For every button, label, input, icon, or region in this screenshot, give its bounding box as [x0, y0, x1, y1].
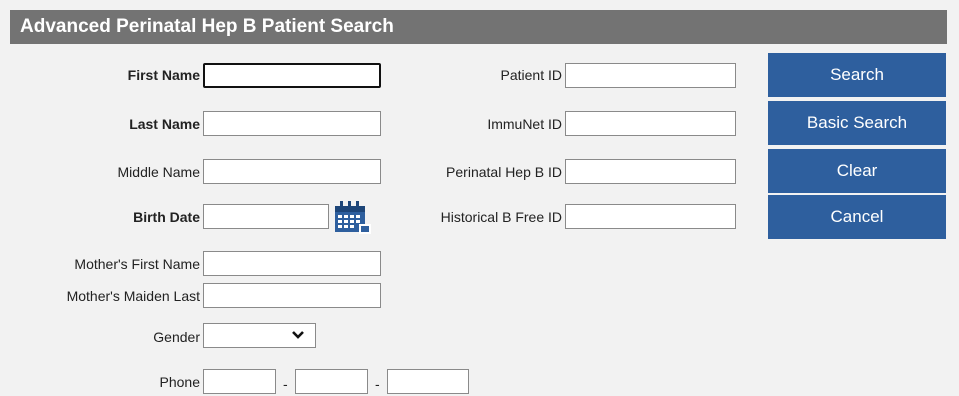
basic-search-button[interactable]: Basic Search: [768, 101, 946, 145]
phone-line-input[interactable]: [387, 369, 469, 394]
phone-area-input[interactable]: [203, 369, 276, 394]
immunet-id-label: ImmuNet ID: [487, 116, 562, 132]
phone-prefix-input[interactable]: [295, 369, 368, 394]
immunet-id-input[interactable]: [565, 111, 736, 136]
search-button[interactable]: Search: [768, 53, 946, 97]
chevron-down-icon: [292, 331, 304, 339]
perinatal-hep-b-id-label: Perinatal Hep B ID: [446, 164, 562, 180]
phone-separator: -: [283, 376, 288, 392]
gender-select[interactable]: [203, 323, 316, 348]
phone-label: Phone: [159, 374, 200, 390]
birth-date-label: Birth Date: [133, 209, 200, 225]
mothers-maiden-last-input[interactable]: [203, 283, 381, 308]
clear-button[interactable]: Clear: [768, 149, 946, 193]
first-name-label: First Name: [127, 67, 200, 83]
page-title: Advanced Perinatal Hep B Patient Search: [10, 10, 947, 44]
mothers-first-name-label: Mother's First Name: [74, 256, 200, 272]
mothers-first-name-input[interactable]: [203, 251, 381, 276]
patient-id-input[interactable]: [565, 63, 736, 88]
birth-date-input[interactable]: [203, 204, 329, 229]
first-name-input[interactable]: [203, 63, 381, 88]
middle-name-input[interactable]: [203, 159, 381, 184]
historical-b-free-id-label: Historical B Free ID: [440, 209, 562, 225]
calendar-icon[interactable]: [333, 199, 373, 235]
last-name-input[interactable]: [203, 111, 381, 136]
gender-label: Gender: [153, 329, 200, 345]
mothers-maiden-last-label: Mother's Maiden Last: [66, 288, 200, 304]
cancel-button[interactable]: Cancel: [768, 195, 946, 239]
historical-b-free-id-input[interactable]: [565, 204, 736, 229]
phone-separator: -: [375, 376, 380, 392]
perinatal-hep-b-id-input[interactable]: [565, 159, 736, 184]
last-name-label: Last Name: [129, 116, 200, 132]
middle-name-label: Middle Name: [117, 164, 200, 180]
patient-id-label: Patient ID: [500, 67, 562, 83]
